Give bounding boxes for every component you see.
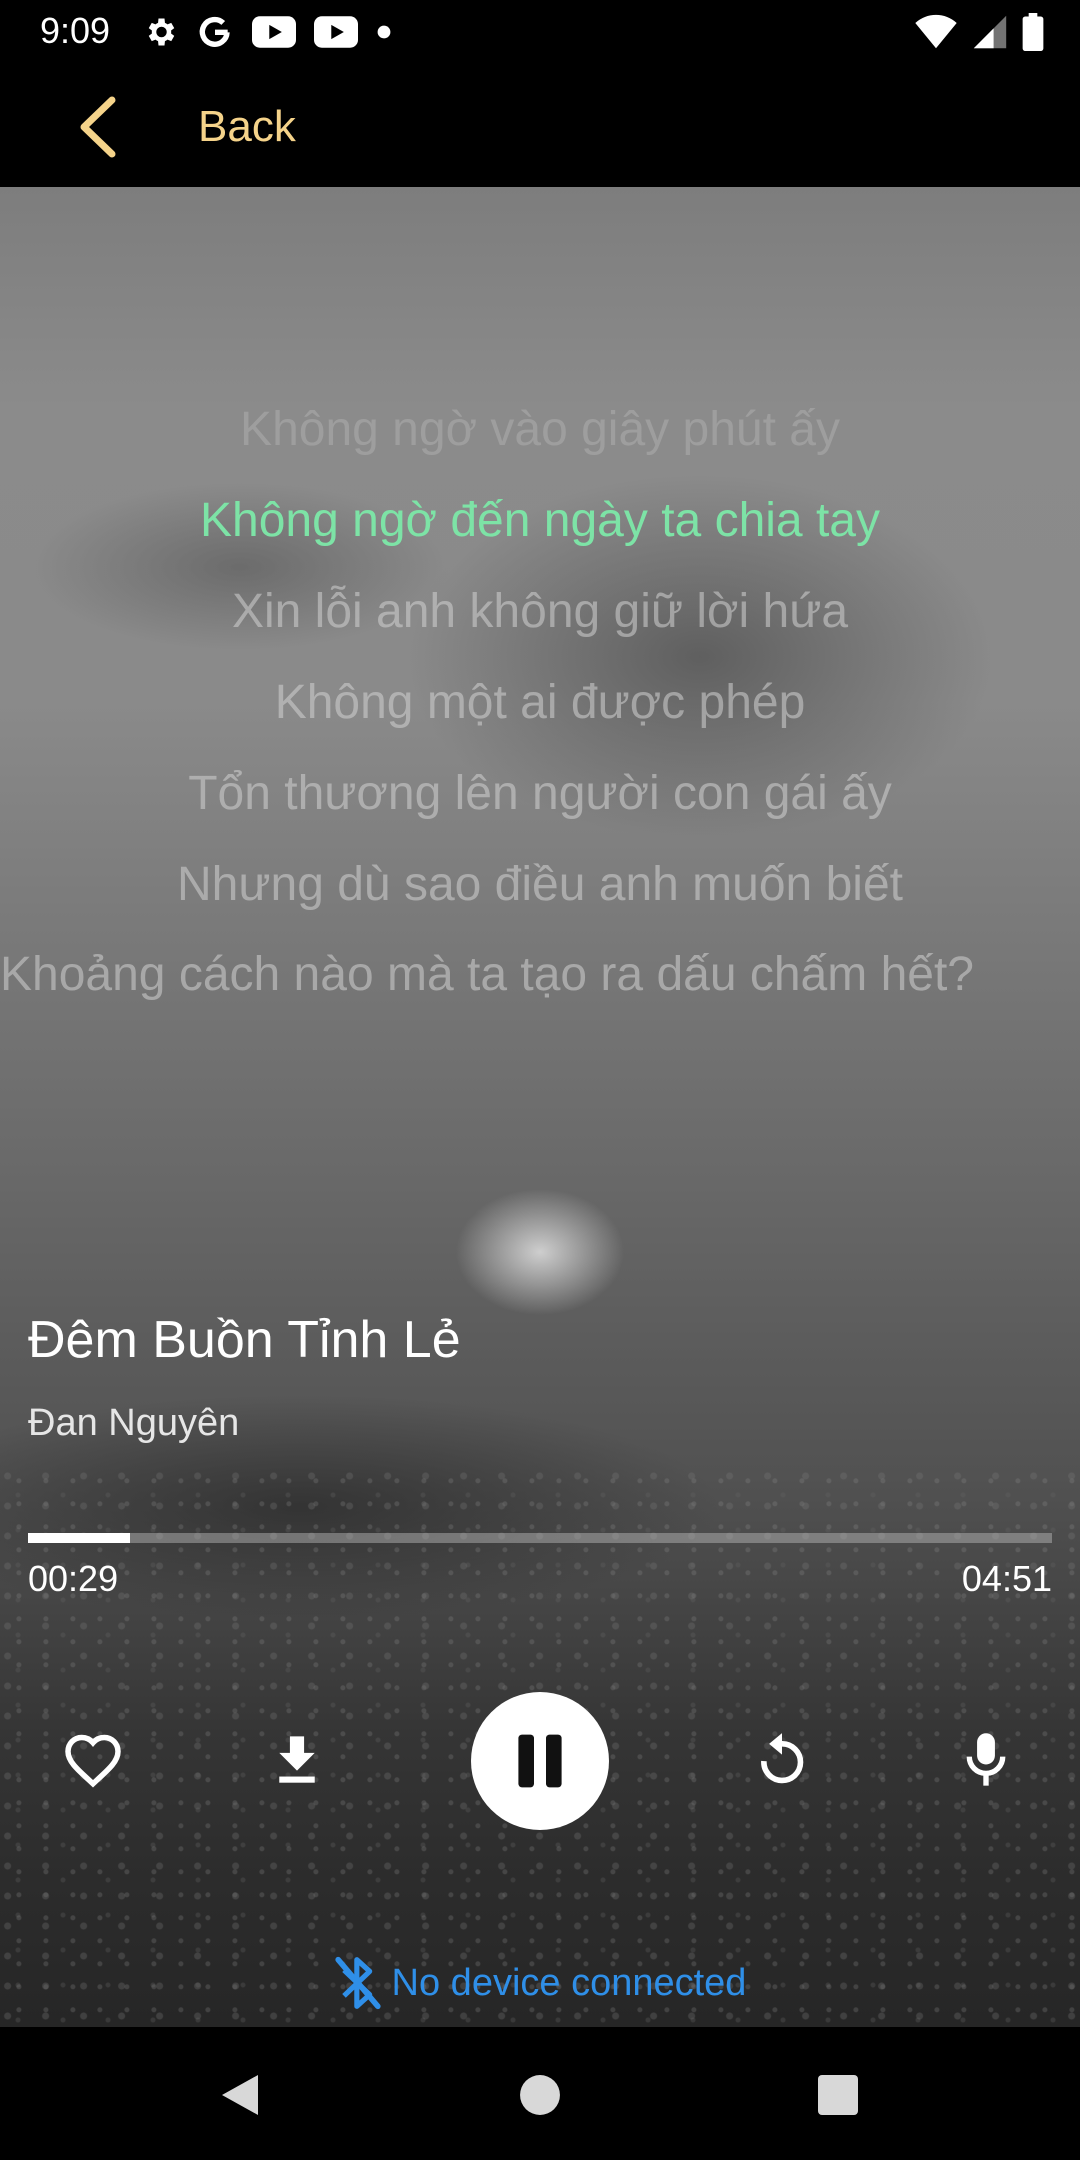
back-triangle-icon (222, 2075, 258, 2115)
favorite-button[interactable] (53, 1720, 133, 1800)
lyric-line: Tổn thương lên người con gái ấy (188, 767, 892, 820)
heart-icon (65, 1734, 121, 1788)
home-circle-icon (520, 2075, 560, 2115)
notification-icons (142, 12, 392, 52)
google-icon (199, 16, 230, 47)
progress-fill (28, 1533, 131, 1543)
bluetooth-disabled-icon (334, 1956, 381, 2010)
lyric-line: Khoảng cách nào mà ta tạo ra dấu chấm hế… (0, 948, 974, 1001)
lyric-line: Không một ai được phép (274, 676, 806, 729)
nav-back-button[interactable] (210, 2065, 270, 2125)
track-artist: Đan Nguyên (28, 1402, 240, 1444)
cell-signal-icon (973, 15, 1007, 49)
microphone-icon (966, 1733, 1006, 1786)
youtube-icon (252, 16, 296, 48)
lyrics-panel[interactable]: Không ngờ vào giây phút ấy Không ngờ đến… (0, 384, 1080, 1006)
elapsed-time: 00:29 (28, 1558, 119, 1599)
lyric-line: Xin lỗi anh không giữ lời hứa (231, 585, 849, 638)
status-time: 9:09 (40, 10, 111, 51)
download-button[interactable] (257, 1720, 337, 1800)
track-title: Đêm Buồn Tỉnh Lẻ (28, 1311, 461, 1369)
lyric-line: Nhưng dù sao điều anh muốn biết (177, 858, 903, 911)
download-icon (279, 1736, 315, 1783)
bluetooth-status-label: No device connected (391, 1961, 747, 2004)
nav-recents-button[interactable] (808, 2065, 868, 2125)
system-nav-bar (0, 2027, 1080, 2160)
pause-button[interactable] (471, 1692, 609, 1830)
top-bar: Back (0, 66, 1080, 187)
dot-icon (377, 25, 391, 39)
total-time: 04:51 (961, 1558, 1052, 1599)
pause-icon (518, 1734, 562, 1788)
gear-icon (148, 18, 175, 46)
bluetooth-status[interactable]: No device connected (0, 1955, 1080, 2011)
youtube-icon (314, 16, 358, 48)
replay-button[interactable] (742, 1720, 822, 1800)
replay-icon (761, 1733, 804, 1784)
lyric-line: Không ngờ vào giây phút ấy (240, 403, 840, 456)
status-bar: 9:09 (0, 0, 1080, 66)
progress-bar[interactable] (28, 1533, 1052, 1543)
nav-home-button[interactable] (510, 2065, 570, 2125)
wifi-icon (915, 14, 957, 49)
karaoke-button[interactable] (946, 1720, 1026, 1800)
recents-square-icon (818, 2075, 858, 2115)
battery-icon (1022, 13, 1044, 51)
back-chevron-icon[interactable] (72, 94, 126, 160)
back-button[interactable]: Back (198, 102, 296, 152)
lyric-line-active: Không ngờ đến ngày ta chia tay (200, 494, 880, 547)
system-icons (914, 12, 1044, 52)
